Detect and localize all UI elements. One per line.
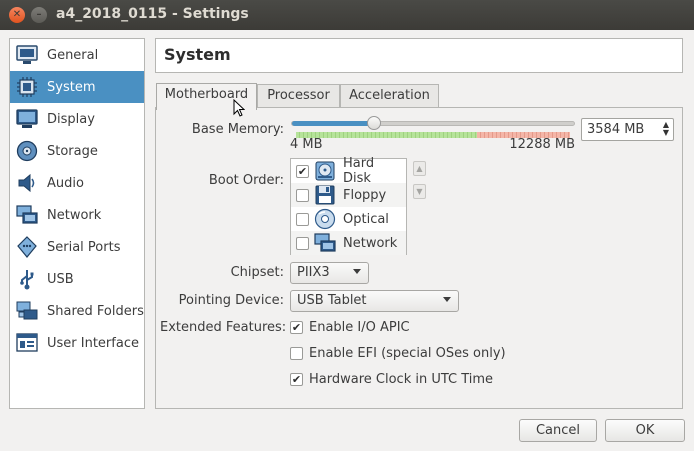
settings-sidebar: General System Display Storage Audio Net… <box>9 38 145 409</box>
move-up-icon[interactable]: ▲ <box>413 161 426 176</box>
user-interface-icon <box>14 331 40 355</box>
hardware-clock-utc-option[interactable]: ✔ Hardware Clock in UTC Time <box>290 372 493 387</box>
sidebar-item-label: Audio <box>47 175 84 191</box>
tab-label: Processor <box>267 88 330 103</box>
pointing-device-select[interactable]: USB Tablet <box>290 290 459 312</box>
display-icon <box>14 107 40 131</box>
chipset-value: PIIX3 <box>297 265 330 280</box>
hard-disk-icon <box>314 160 336 182</box>
title-bar: ✕ – a4_2018_0115 - Settings <box>0 0 694 30</box>
usb-icon <box>14 267 40 291</box>
enable-io-apic-checkbox[interactable]: ✔ <box>290 321 303 334</box>
sidebar-item-label: Serial Ports <box>47 239 121 255</box>
tab-label: Acceleration <box>349 88 430 103</box>
enable-io-apic-option[interactable]: ✔ Enable I/O APIC <box>290 320 410 335</box>
tab-acceleration[interactable]: Acceleration <box>340 84 439 108</box>
recommended-range <box>296 132 477 138</box>
sidebar-item-label: General <box>47 47 99 63</box>
minimize-icon[interactable]: – <box>31 7 47 23</box>
sidebar-item-display[interactable]: Display <box>10 103 144 135</box>
chipset-select[interactable]: PIIX3 <box>290 262 369 284</box>
tab-processor[interactable]: Processor <box>257 84 340 108</box>
serial-ports-icon <box>14 235 40 259</box>
min-memory-label: 4 MB <box>290 137 323 152</box>
move-down-icon[interactable]: ▼ <box>413 184 426 199</box>
boot-item-label: Hard Disk <box>343 156 375 186</box>
page-title: System <box>164 45 231 64</box>
sidebar-item-label: Network <box>47 207 102 223</box>
sidebar-item-system[interactable]: System <box>10 71 144 103</box>
base-memory-spinbox[interactable]: 3584 MB ▲ ▼ <box>581 118 674 141</box>
boot-item-label: Optical <box>343 211 389 227</box>
sidebar-item-user-interface[interactable]: User Interface <box>10 327 144 359</box>
sidebar-item-label: User Interface <box>47 335 139 351</box>
sidebar-item-label: Storage <box>47 143 98 159</box>
enable-efi-checkbox[interactable] <box>290 347 303 360</box>
list-item[interactable]: Floppy <box>291 183 406 207</box>
option-label: Enable EFI (special OSes only) <box>309 346 506 361</box>
network-icon <box>14 203 40 227</box>
sidebar-item-serial-ports[interactable]: Serial Ports <box>10 231 144 263</box>
hardware-clock-utc-checkbox[interactable]: ✔ <box>290 373 303 386</box>
boot-network-checkbox[interactable] <box>296 236 309 250</box>
extended-features-label: Extended Features: <box>160 320 287 335</box>
sidebar-item-general[interactable]: General <box>10 39 144 71</box>
spin-arrows-icon[interactable]: ▲ ▼ <box>663 121 669 137</box>
storage-icon <box>14 139 40 163</box>
base-memory-slider[interactable] <box>291 121 575 126</box>
slider-fill <box>292 121 375 126</box>
window-title: a4_2018_0115 - Settings <box>56 6 249 22</box>
boot-optical-checkbox[interactable] <box>296 212 309 226</box>
boot-order-label: Boot Order: <box>208 173 284 188</box>
boot-order-list[interactable]: ✔ Hard Disk Floppy Optical Network <box>290 156 407 255</box>
sidebar-item-label: Display <box>47 111 95 127</box>
base-memory-value: 3584 MB <box>587 122 645 137</box>
list-item[interactable]: Optical <box>291 207 406 231</box>
base-memory-label: Base Memory: <box>191 122 284 137</box>
list-item[interactable]: ✔ Hard Disk <box>291 156 406 186</box>
audio-icon <box>14 171 40 195</box>
sidebar-item-shared-folders[interactable]: Shared Folders <box>10 295 144 327</box>
slider-handle[interactable] <box>366 116 381 130</box>
section-header: System <box>155 38 683 73</box>
system-icon <box>14 75 40 99</box>
motherboard-panel <box>155 107 683 409</box>
network-icon <box>314 232 336 254</box>
sidebar-item-storage[interactable]: Storage <box>10 135 144 167</box>
max-memory-label: 12288 MB <box>509 137 575 152</box>
pointing-device-label: Pointing Device: <box>178 293 284 308</box>
cancel-button[interactable]: Cancel <box>519 419 597 442</box>
sidebar-item-label: System <box>47 79 96 95</box>
sidebar-item-audio[interactable]: Audio <box>10 167 144 199</box>
list-item[interactable]: Network <box>291 231 406 255</box>
ok-button[interactable]: OK <box>605 419 685 442</box>
optical-disc-icon <box>314 208 336 230</box>
close-icon[interactable]: ✕ <box>9 7 25 23</box>
boot-floppy-checkbox[interactable] <box>296 188 309 202</box>
chevron-down-icon <box>443 297 451 302</box>
enable-efi-option[interactable]: Enable EFI (special OSes only) <box>290 346 506 361</box>
option-label: Enable I/O APIC <box>309 320 410 335</box>
pointing-device-value: USB Tablet <box>297 293 367 308</box>
boot-hard-disk-checkbox[interactable]: ✔ <box>296 164 309 178</box>
mouse-cursor-icon <box>233 99 245 117</box>
shared-folders-icon <box>14 299 40 323</box>
floppy-icon <box>314 184 336 206</box>
sidebar-item-usb[interactable]: USB <box>10 263 144 295</box>
boot-item-label: Network <box>343 235 398 251</box>
boot-item-label: Floppy <box>343 187 387 203</box>
chipset-label: Chipset: <box>230 265 284 280</box>
general-icon <box>14 43 40 67</box>
sidebar-item-label: Shared Folders <box>47 303 144 319</box>
option-label: Hardware Clock in UTC Time <box>309 372 494 387</box>
chevron-down-icon <box>353 269 361 274</box>
sidebar-item-label: USB <box>47 271 74 287</box>
sidebar-item-network[interactable]: Network <box>10 199 144 231</box>
